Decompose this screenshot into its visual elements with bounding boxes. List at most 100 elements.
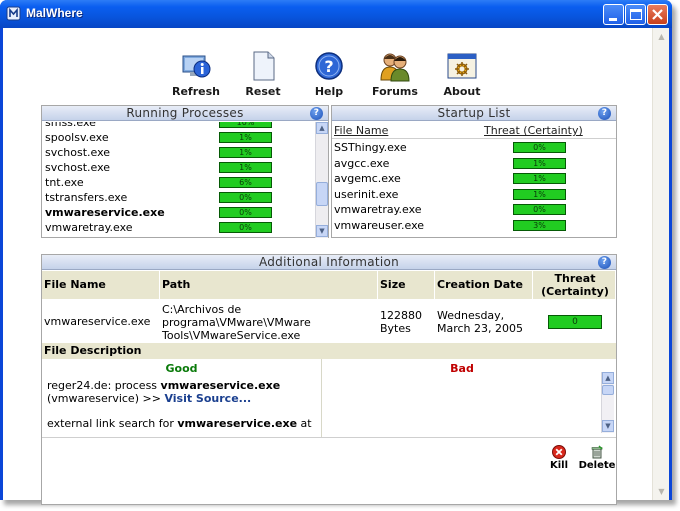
process-row[interactable]: spoolsv.exe 1% [45, 130, 310, 145]
description-scrollbar[interactable]: ▲ ▼ [601, 372, 614, 433]
process-threat-bar: 1% [219, 132, 272, 143]
additional-info-help-icon[interactable]: ? [598, 256, 611, 269]
info-col-threat: Threat (Certainty) [533, 271, 616, 299]
help-button[interactable]: ? Help [299, 50, 359, 98]
desc-scroll-down-icon[interactable]: ▼ [602, 420, 614, 432]
refresh-icon [182, 55, 211, 78]
process-name: spoolsv.exe [45, 131, 109, 144]
svg-text:?: ? [324, 57, 333, 76]
running-processes-title: Running Processes [126, 106, 244, 120]
window-scrollbar[interactable]: ▲ ▼ [652, 28, 669, 500]
info-col-size: Size [378, 271, 435, 299]
forums-button[interactable]: Forums [365, 50, 425, 98]
startup-threat-bar: 0% [513, 142, 566, 153]
title-bar[interactable]: MalWhere [0, 0, 672, 28]
startup-file-name: vmwareuser.exe [334, 218, 425, 232]
about-label: About [443, 85, 481, 98]
maximize-button[interactable] [625, 4, 646, 25]
info-col-file-name: File Name [42, 271, 160, 299]
desc-scroll-up-icon[interactable]: ▲ [602, 372, 614, 384]
startup-file-name: avgcc.exe [334, 156, 390, 170]
bad-label: Bad [450, 362, 474, 375]
close-icon [652, 9, 663, 20]
process-name: smss.exe [45, 122, 96, 129]
info-col-path: Path [160, 271, 378, 299]
startup-threat-bar: 1% [513, 157, 566, 169]
info-size: 122880 Bytes [380, 309, 422, 335]
good-column[interactable]: Good reger24.de: process vmwareservice.e… [42, 359, 322, 437]
startup-threat-bar: 1% [513, 173, 566, 184]
window-title: MalWhere [26, 6, 83, 20]
delete-button[interactable]: Delete [577, 445, 617, 471]
process-threat-bar: 1% [219, 162, 272, 173]
running-processes-scrollbar[interactable]: ▲ ▼ [315, 122, 328, 238]
startup-row[interactable]: avgemc.exe 1% [334, 171, 614, 186]
visit-source-link[interactable]: Visit Source... [164, 392, 251, 405]
startup-file-name: userinit.exe [334, 187, 399, 201]
startup-list-rows[interactable]: SSThingy.exe 0% avgcc.exe 1% avgemc.exe 1% use… [332, 140, 616, 237]
additional-info-title: Additional Information [258, 255, 400, 269]
document-icon [253, 51, 275, 81]
process-row[interactable]: vmwareservice.exe 0% [45, 205, 310, 220]
bad-column[interactable]: Bad [323, 359, 601, 437]
window-scroll-up-icon[interactable]: ▲ [654, 29, 669, 44]
startup-col-file-name[interactable]: File Name [334, 124, 388, 137]
running-processes-list[interactable]: smss.exe 10% spoolsv.exe 1% svchost.exe 1% svc… [42, 122, 314, 238]
people-icon [380, 53, 410, 82]
startup-file-name: SSThingy.exe [334, 141, 407, 154]
process-threat-bar: 0% [219, 222, 272, 233]
info-data-row[interactable]: vmwareservice.exe C:\Archivos de program… [42, 299, 616, 343]
about-button[interactable]: About [432, 50, 492, 98]
process-name: tnt.exe [45, 176, 84, 189]
process-row[interactable]: smss.exe 10% [45, 122, 310, 130]
scroll-up-icon[interactable]: ▲ [316, 122, 328, 134]
startup-row[interactable]: userinit.exe 1% [334, 187, 614, 202]
process-threat-bar: 0% [219, 192, 272, 203]
process-name: vmwareservice.exe [45, 206, 165, 219]
startup-list-help-icon[interactable]: ? [598, 107, 611, 120]
kill-button[interactable]: Kill [544, 445, 574, 471]
info-creation-date: Wednesday, March 23, 2005 [437, 309, 524, 335]
info-path: C:\Archivos de programa\VMware\VMware To… [162, 303, 311, 342]
client-area: Refresh Reset ? Help Forums About Runnin… [3, 28, 669, 505]
about-icon [447, 53, 477, 79]
startup-row[interactable]: SSThingy.exe 0% [334, 140, 614, 155]
window-scroll-down-icon[interactable]: ▼ [654, 484, 669, 499]
close-button[interactable] [647, 4, 668, 25]
startup-list-header: Startup List ? [332, 106, 616, 121]
process-name: vmwaretray.exe [45, 221, 133, 234]
process-row[interactable]: tstransfers.exe 0% [45, 190, 310, 205]
info-col-creation-date: Creation Date [435, 271, 533, 299]
startup-row[interactable]: vmwaretray.exe 0% [334, 202, 614, 217]
main-window: MalWhere Refresh Reset ? Help Forums Abo… [0, 0, 672, 505]
maximize-icon [630, 9, 642, 20]
running-processes-help-icon[interactable]: ? [310, 107, 323, 120]
reset-button[interactable]: Reset [233, 50, 293, 98]
additional-info-header: Additional Information ? [42, 255, 616, 270]
file-description-label: File Description [42, 343, 616, 359]
startup-threat-bar: 3% [513, 219, 566, 231]
help-label: Help [314, 85, 344, 98]
scroll-thumb[interactable] [316, 182, 328, 206]
delete-icon [591, 445, 603, 459]
minimize-button[interactable] [603, 4, 624, 25]
running-processes-panel: Running Processes ? smss.exe 10% spoolsv.e… [41, 105, 329, 238]
process-row[interactable]: tnt.exe 6% [45, 175, 310, 190]
process-row[interactable]: svchost.exe 1% [45, 145, 310, 160]
forums-label: Forums [372, 85, 418, 98]
additional-info-panel: Additional Information ? File Name Path … [41, 254, 617, 505]
startup-col-threat[interactable]: Threat (Certainty) [484, 124, 583, 137]
startup-row[interactable]: vmwareuser.exe 3% [334, 218, 614, 233]
kill-icon [552, 445, 566, 459]
desc-scroll-thumb[interactable] [602, 385, 614, 395]
process-name: svchost.exe [45, 146, 111, 159]
refresh-button[interactable]: Refresh [166, 50, 226, 98]
process-threat-bar: 1% [219, 147, 272, 158]
startup-row[interactable]: avgcc.exe 1% [334, 156, 614, 171]
process-name: tstransfers.exe [45, 191, 128, 204]
process-threat-bar: 0% [219, 207, 272, 218]
process-row[interactable]: vmwaretray.exe 0% [45, 220, 310, 235]
process-row[interactable]: svchost.exe 1% [45, 160, 310, 175]
app-icon [6, 6, 21, 21]
scroll-down-icon[interactable]: ▼ [316, 225, 328, 237]
